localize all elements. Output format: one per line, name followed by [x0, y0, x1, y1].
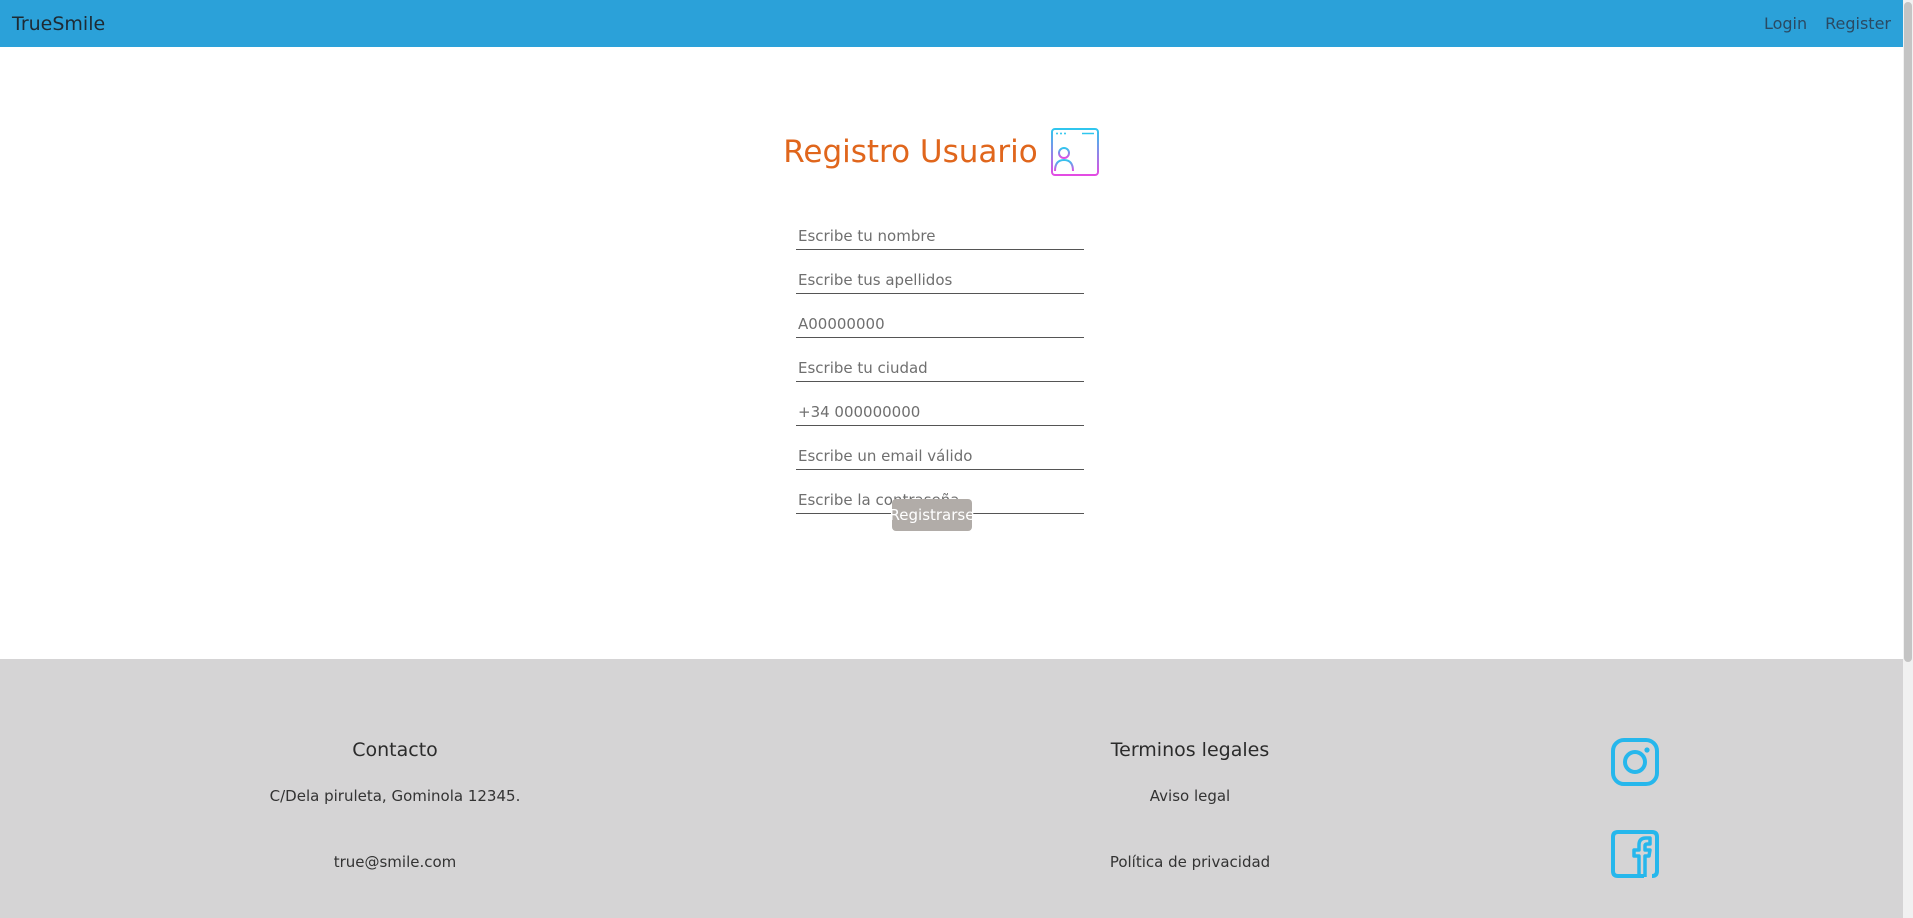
- top-navbar: TrueSmile Login Register: [0, 0, 1903, 47]
- contact-heading: Contacto: [352, 739, 438, 761]
- login-link[interactable]: Login: [1764, 14, 1807, 33]
- legal-heading: Terminos legales: [1110, 739, 1270, 761]
- nav-links: Login Register: [1764, 14, 1891, 33]
- footer: Contacto C/Dela piruleta, Gominola 12345…: [0, 659, 1903, 918]
- email-input[interactable]: [796, 442, 1084, 470]
- page-scrollbar[interactable]: [1903, 0, 1913, 918]
- legal-notice-link[interactable]: Aviso legal: [1000, 787, 1380, 805]
- privacy-policy-link[interactable]: Política de privacidad: [1000, 853, 1380, 871]
- facebook-icon[interactable]: [1610, 829, 1660, 879]
- instagram-icon[interactable]: [1610, 737, 1660, 787]
- brand-logo[interactable]: TrueSmile: [12, 13, 105, 35]
- register-button[interactable]: Registrarse: [890, 499, 974, 531]
- dni-input[interactable]: [796, 310, 1084, 338]
- name-input[interactable]: [796, 222, 1084, 250]
- contact-email[interactable]: true@smile.com: [210, 853, 580, 871]
- scrollbar-thumb[interactable]: [1904, 2, 1912, 662]
- surname-input[interactable]: [796, 266, 1084, 294]
- phone-input[interactable]: [796, 398, 1084, 426]
- city-input[interactable]: [796, 354, 1084, 382]
- id-card-icon: [1050, 127, 1100, 177]
- register-link[interactable]: Register: [1825, 14, 1891, 33]
- title-row: Registro Usuario: [0, 127, 1903, 177]
- registration-form: [796, 222, 1084, 530]
- main-content: Registro Usuario: [0, 47, 1903, 659]
- page-title: Registro Usuario: [783, 134, 1038, 170]
- contact-address: C/Dela piruleta, Gominola 12345.: [269, 787, 521, 805]
